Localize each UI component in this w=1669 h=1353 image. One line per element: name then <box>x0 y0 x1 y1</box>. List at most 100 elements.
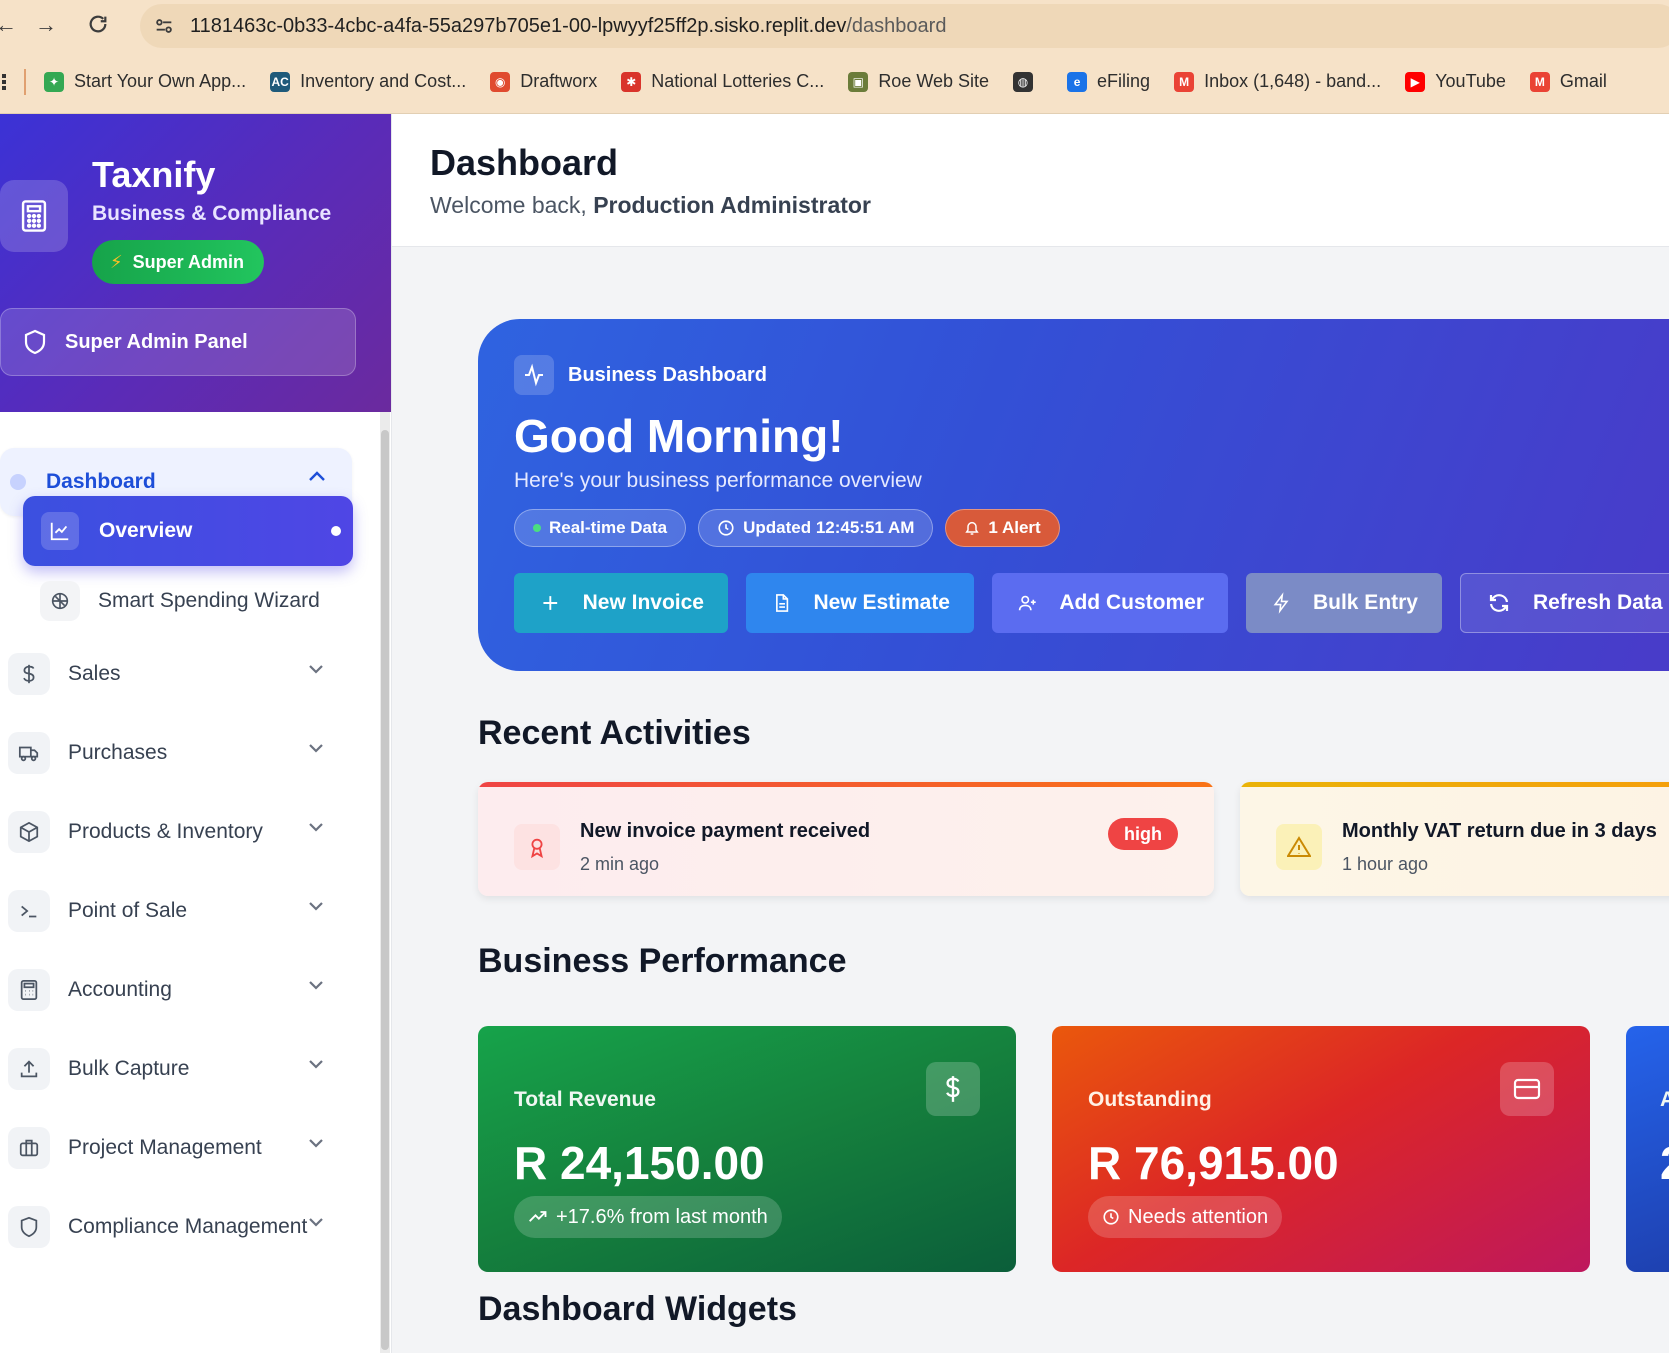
add-customer-button[interactable]: Add Customer <box>992 573 1228 633</box>
live-dot-icon <box>533 524 541 532</box>
brand-title: Taxnify <box>92 154 216 195</box>
recent-activities-heading: Recent Activities <box>478 714 751 752</box>
google-apps-icon: ✦ <box>44 71 64 92</box>
site-settings-icon[interactable] <box>152 14 176 38</box>
bell-icon <box>965 521 980 535</box>
sidebar-scrollbar[interactable] <box>380 412 390 1353</box>
chevron-down-icon <box>309 981 323 990</box>
outstanding-card[interactable]: Outstanding R 76,915.00 Needs attention <box>1052 1026 1590 1272</box>
sidebar-item-label: Compliance Management <box>68 1215 308 1238</box>
section-dot-icon <box>10 474 26 490</box>
bookmark-label: eFiling <box>1097 71 1151 91</box>
url-text: 1181463c-0b33-4cbc-a4fa-55a297b705e1-00-… <box>190 14 947 37</box>
chevron-down-icon <box>309 823 323 832</box>
efiling-icon: e <box>1067 71 1088 92</box>
back-icon[interactable]: ← <box>0 13 18 37</box>
sidebar-item-products-inventory[interactable]: Products & Inventory <box>8 804 338 860</box>
bookmark-label: YouTube <box>1435 71 1506 91</box>
lightning-icon <box>1273 592 1289 614</box>
activity-title: New invoice payment received <box>580 820 871 842</box>
user-plus-icon <box>1018 595 1036 611</box>
browser-address-bar: ← → 1181463c-0b33-4cbc-a4fa-55a297b705e1… <box>0 0 1669 50</box>
button-label: New Estimate <box>813 591 950 614</box>
url-field[interactable]: 1181463c-0b33-4cbc-a4fa-55a297b705e1-00-… <box>140 4 1669 48</box>
bookmark-item[interactable]: ▣ Roe Web Site <box>848 71 989 92</box>
bookmark-label: Roe Web Site <box>878 71 990 91</box>
bookmark-item[interactable]: ✱ National Lotteries C... <box>621 71 824 92</box>
realtime-chip: Real-time Data <box>514 509 687 547</box>
bookmark-item[interactable]: ▶ YouTube <box>1405 71 1506 92</box>
status-pill: Needs attention <box>1088 1196 1283 1238</box>
chevron-up-icon <box>309 471 325 481</box>
bookmark-item[interactable]: ✦ Start Your Own App... <box>44 71 246 92</box>
hero-description: Here's your business performance overvie… <box>514 469 922 492</box>
refresh-data-button[interactable]: Refresh Data <box>1460 573 1669 633</box>
new-invoice-button[interactable]: New Invoice <box>514 573 728 633</box>
sidebar-item-point-of-sale[interactable]: Point of Sale <box>8 883 338 939</box>
brain-icon <box>40 581 80 621</box>
activity-icon <box>514 355 554 395</box>
panel-button-label: Super Admin Panel <box>65 330 248 353</box>
bookmark-label: Gmail <box>1559 71 1607 91</box>
chevron-down-icon <box>309 744 323 753</box>
total-revenue-card[interactable]: Total Revenue R 24,150.00 +17.6% from la… <box>478 1026 1016 1272</box>
terminal-icon <box>8 890 50 932</box>
bookmark-item[interactable]: e eFiling <box>1067 71 1150 92</box>
greeting: Good Morning! <box>514 410 844 462</box>
calculator-icon <box>8 969 50 1011</box>
trending-up-icon <box>529 1211 547 1222</box>
bookmark-item[interactable]: M Inbox (1,648) - band... <box>1174 71 1381 92</box>
shield-icon <box>24 329 46 355</box>
chevron-down-icon <box>309 665 323 674</box>
sidebar-item-label: Accounting <box>68 978 172 1001</box>
sidebar-item-sales[interactable]: Sales <box>8 646 338 702</box>
dollar-icon <box>926 1062 980 1116</box>
trend-pill: +17.6% from last month <box>514 1196 782 1238</box>
page-title: Dashboard <box>430 142 619 183</box>
stat-label: Outstanding <box>1088 1088 1212 1111</box>
chip-label: 1 Alert <box>988 518 1041 537</box>
alert-chip[interactable]: 1 Alert <box>945 509 1060 547</box>
globe-icon: ◍ <box>1013 71 1034 92</box>
activity-title: Monthly VAT return due in 3 days <box>1342 820 1657 842</box>
sidebar-item-overview[interactable]: Overview <box>23 496 353 566</box>
bookmark-item[interactable]: M Gmail <box>1529 71 1607 92</box>
sidebar-item-purchases[interactable]: Purchases <box>8 725 338 781</box>
sidebar-item-smart-spending-wizard[interactable]: Smart Spending Wizard <box>40 574 350 628</box>
plus-icon <box>543 596 558 610</box>
lotteries-icon: ✱ <box>621 71 642 92</box>
warning-icon <box>1276 824 1322 870</box>
activity-card[interactable]: Monthly VAT return due in 3 days 1 hour … <box>1240 782 1669 896</box>
activity-time: 1 hour ago <box>1342 854 1429 874</box>
hero-banner: Business Dashboard Good Morning! Here's … <box>478 319 1669 671</box>
bookmark-item[interactable]: ◍ <box>1013 71 1043 92</box>
bulk-entry-button[interactable]: Bulk Entry <box>1246 573 1442 633</box>
business-performance-heading: Business Performance <box>478 942 847 980</box>
new-estimate-button[interactable]: New Estimate <box>746 573 974 633</box>
hero-tag: Business Dashboard <box>514 355 767 395</box>
apps-grid-icon[interactable] <box>0 72 6 92</box>
dollar-icon <box>8 653 50 695</box>
scrollbar-thumb[interactable] <box>381 430 389 1350</box>
activity-card[interactable]: New invoice payment received 2 min ago h… <box>478 782 1214 896</box>
super-admin-panel-button[interactable]: Super Admin Panel <box>0 308 356 376</box>
dashboard-widgets-heading: Dashboard Widgets <box>478 1290 797 1328</box>
sidebar-item-label: Point of Sale <box>68 899 188 922</box>
third-stat-card[interactable]: A 2 <box>1626 1026 1669 1272</box>
sidebar-item-bulk-capture[interactable]: Bulk Capture <box>8 1041 338 1097</box>
reload-icon[interactable] <box>86 13 110 37</box>
brand-subtitle: Business & Compliance <box>92 202 332 225</box>
stat-value: R 24,150.00 <box>514 1137 765 1189</box>
bookmarks-divider <box>24 68 26 95</box>
box-icon <box>8 811 50 853</box>
bookmark-label: Inbox (1,648) - band... <box>1204 71 1382 91</box>
bookmark-item[interactable]: AC Inventory and Cost... <box>270 71 466 92</box>
clock-icon <box>1103 1209 1119 1225</box>
bookmark-item[interactable]: ◉ Draftworx <box>490 71 597 92</box>
button-label: Bulk Entry <box>1312 591 1418 614</box>
forward-icon[interactable]: → <box>34 13 58 37</box>
sidebar-item-accounting[interactable]: Accounting <box>8 962 338 1018</box>
sidebar-item-compliance-management[interactable]: Compliance Management <box>8 1199 338 1255</box>
lightning-icon: ⚡ <box>110 251 123 272</box>
sidebar-item-project-management[interactable]: Project Management <box>8 1120 338 1176</box>
